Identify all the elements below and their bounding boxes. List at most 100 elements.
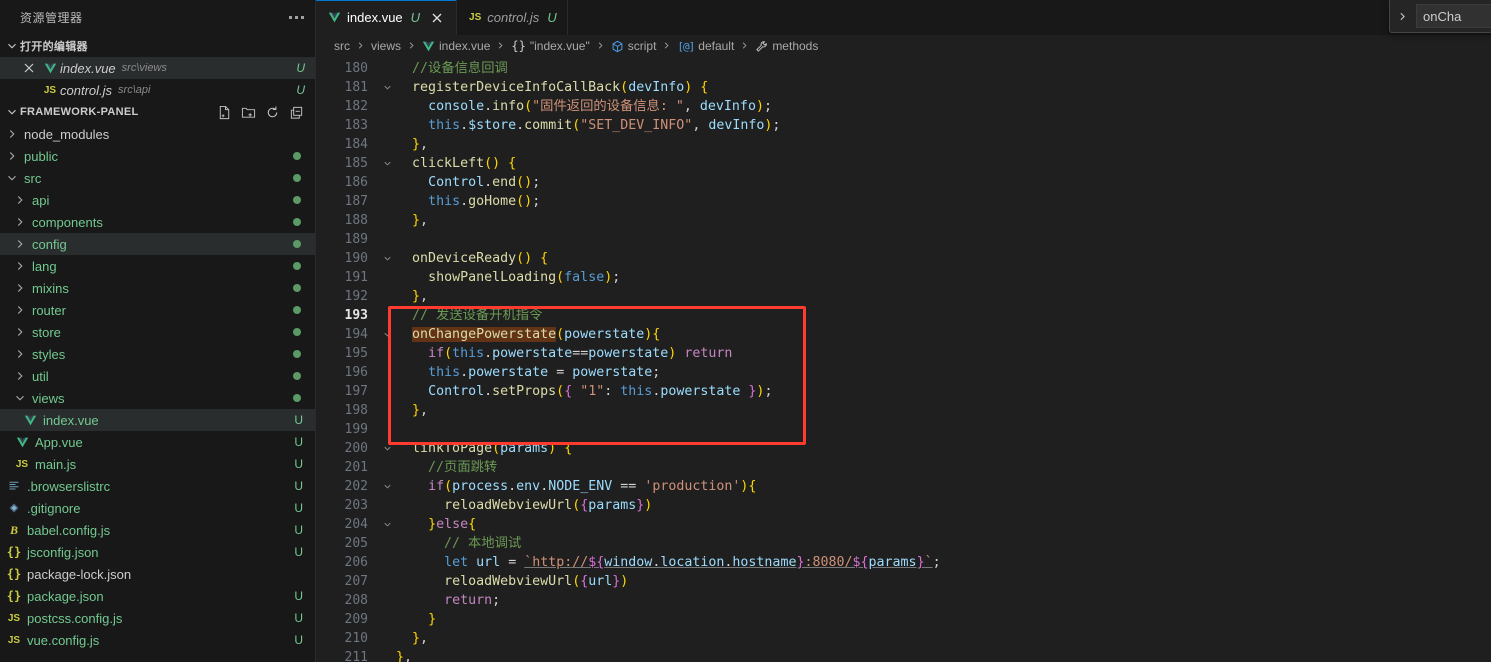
code-line[interactable]: reloadWebviewUrl({params})	[396, 496, 1491, 515]
code-line[interactable]: this.goHome();	[396, 192, 1491, 211]
tab-index-vue[interactable]: index.vue U	[316, 0, 458, 35]
tree-folder-src[interactable]: src	[0, 167, 315, 189]
code-line[interactable]: console.info("固件返回的设备信息: ", devInfo);	[396, 97, 1491, 116]
code-line[interactable]: //设备信息回调	[396, 59, 1491, 78]
tree-file-gitignore[interactable]: .gitignore U	[0, 497, 315, 519]
close-icon[interactable]	[18, 62, 40, 74]
refresh-icon[interactable]	[261, 102, 283, 122]
chevron-right-icon[interactable]	[12, 193, 28, 207]
tab-control-js[interactable]: JS control.js U	[457, 0, 568, 35]
breadcrumb-item-default[interactable]: [@] default	[677, 39, 734, 53]
tree-folder-lang[interactable]: lang	[0, 255, 315, 277]
chevron-right-icon[interactable]	[4, 127, 20, 141]
fold-chevron-down-icon[interactable]	[378, 78, 396, 97]
tree-file-package-json[interactable]: {} package.json U	[0, 585, 315, 607]
code-line[interactable]: clickLeft() {	[396, 154, 1491, 173]
code-line[interactable]: showPanelLoading(false);	[396, 268, 1491, 287]
find-widget[interactable]: onCha	[1389, 0, 1491, 33]
code-line[interactable]: },	[396, 629, 1491, 648]
code-line[interactable]: }	[396, 610, 1491, 629]
code-line[interactable]: },	[396, 135, 1491, 154]
tree-folder-styles[interactable]: styles	[0, 343, 315, 365]
tree-folder-mixins[interactable]: mixins	[0, 277, 315, 299]
tree-folder-node-modules[interactable]: node_modules	[0, 123, 315, 145]
tree-file-main-js[interactable]: JS main.js U	[0, 453, 315, 475]
chevron-right-icon[interactable]	[12, 303, 28, 317]
code-line[interactable]: },	[396, 287, 1491, 306]
breadcrumb-item-views[interactable]: views	[371, 39, 401, 53]
tree-folder-util[interactable]: util	[0, 365, 315, 387]
code-line[interactable]: }else{	[396, 515, 1491, 534]
code-line[interactable]: this.powerstate = powerstate;	[396, 363, 1491, 382]
tree-file-babel-config-js[interactable]: Bbabel.config.js U	[0, 519, 315, 541]
tree-folder-public[interactable]: public	[0, 145, 315, 167]
tree-folder-components[interactable]: components	[0, 211, 315, 233]
chevron-down-icon[interactable]	[12, 391, 28, 405]
code-line[interactable]	[396, 420, 1491, 439]
breadcrumb-item-index-vue[interactable]: index.vue	[422, 39, 490, 53]
chevron-right-icon[interactable]	[12, 369, 28, 383]
open-editor-control-js[interactable]: JS control.js src\api U	[0, 79, 315, 101]
more-actions-icon[interactable]	[283, 7, 309, 29]
tree-folder-config[interactable]: config	[0, 233, 315, 255]
tree-file-browserslistrc[interactable]: .browserslistrc U	[0, 475, 315, 497]
fold-chevron-down-icon[interactable]	[378, 249, 396, 268]
collapse-all-icon[interactable]	[285, 102, 307, 122]
chevron-right-icon[interactable]	[12, 237, 28, 251]
tree-folder-router[interactable]: router	[0, 299, 315, 321]
fold-chevron-down-icon[interactable]	[378, 154, 396, 173]
chevron-right-icon[interactable]	[12, 259, 28, 273]
tree-file-app-vue[interactable]: App.vue U	[0, 431, 315, 453]
tree-file-package-lock-json[interactable]: {} package-lock.json	[0, 563, 315, 585]
open-editors-section-header[interactable]: 打开的编辑器	[0, 35, 315, 57]
fold-chevron-down-icon[interactable]	[378, 515, 396, 534]
code-line[interactable]: // 发送设备开机指令	[396, 306, 1491, 325]
code-line[interactable]: //页面跳转	[396, 458, 1491, 477]
chevron-right-icon[interactable]	[1392, 3, 1412, 29]
tree-folder-views[interactable]: views	[0, 387, 315, 409]
tree-file-postcss-config-js[interactable]: JS postcss.config.js U	[0, 607, 315, 629]
code-editor[interactable]: 180 181 182 183 184 185 186 187 188 189 190 191 192 1…	[316, 57, 1491, 662]
tree-folder-api[interactable]: api	[0, 189, 315, 211]
code-line[interactable]: this.$store.commit("SET_DEV_INFO", devIn…	[396, 116, 1491, 135]
chevron-down-icon[interactable]	[4, 171, 20, 185]
code-line[interactable]: Control.setProps({ "1": this.powerstate …	[396, 382, 1491, 401]
code-line[interactable]: return;	[396, 591, 1491, 610]
code-line[interactable]: // 本地调试	[396, 534, 1491, 553]
tree-file-index-vue[interactable]: index.vue U	[0, 409, 315, 431]
new-file-icon[interactable]	[213, 102, 235, 122]
chevron-right-icon[interactable]	[4, 149, 20, 163]
code-line[interactable]: if(process.env.NODE_ENV == 'production')…	[396, 477, 1491, 496]
chevron-right-icon[interactable]	[12, 215, 28, 229]
tab-close-icon[interactable]	[428, 9, 446, 27]
breadcrumb-item-script[interactable]: script	[611, 39, 656, 53]
code-line[interactable]: registerDeviceInfoCallBack(devInfo) {	[396, 78, 1491, 97]
code-line[interactable]: linkToPage(params) {	[396, 439, 1491, 458]
fold-chevron-down-icon[interactable]	[378, 439, 396, 458]
explorer-section-header[interactable]: FRAMEWORK-PANEL	[0, 101, 315, 123]
chevron-right-icon[interactable]	[12, 325, 28, 339]
code-line[interactable]: },	[396, 401, 1491, 420]
find-input[interactable]: onCha	[1416, 4, 1491, 28]
open-editor-index-vue[interactable]: index.vue src\views U	[0, 57, 315, 79]
breadcrumb-item-methods[interactable]: methods	[755, 39, 818, 53]
code-line[interactable]: let url = `http://${window.location.host…	[396, 553, 1491, 572]
tree-file-vue-config-js[interactable]: JS vue.config.js U	[0, 629, 315, 651]
code-line[interactable]: },	[396, 211, 1491, 230]
chevron-right-icon[interactable]	[12, 281, 28, 295]
code-line[interactable]: Control.end();	[396, 173, 1491, 192]
chevron-right-icon[interactable]	[12, 347, 28, 361]
code-line[interactable]: onDeviceReady() {	[396, 249, 1491, 268]
fold-chevron-down-icon[interactable]	[378, 477, 396, 496]
fold-chevron-down-icon[interactable]	[378, 325, 396, 344]
code-line[interactable]: if(this.powerstate==powerstate) return	[396, 344, 1491, 363]
breadcrumb-item-index-vue[interactable]: {} "index.vue"	[511, 39, 589, 53]
new-folder-icon[interactable]	[237, 102, 259, 122]
code-content[interactable]: //设备信息回调 registerDeviceInfoCallBack(devI…	[396, 57, 1491, 662]
code-line[interactable]: onChangePowerstate(powerstate){	[396, 325, 1491, 344]
tree-folder-store[interactable]: store	[0, 321, 315, 343]
code-line[interactable]	[396, 230, 1491, 249]
code-line[interactable]: reloadWebviewUrl({url})	[396, 572, 1491, 591]
breadcrumb-item-src[interactable]: src	[334, 39, 350, 53]
tree-file-jsconfig-json[interactable]: {} jsconfig.json U	[0, 541, 315, 563]
